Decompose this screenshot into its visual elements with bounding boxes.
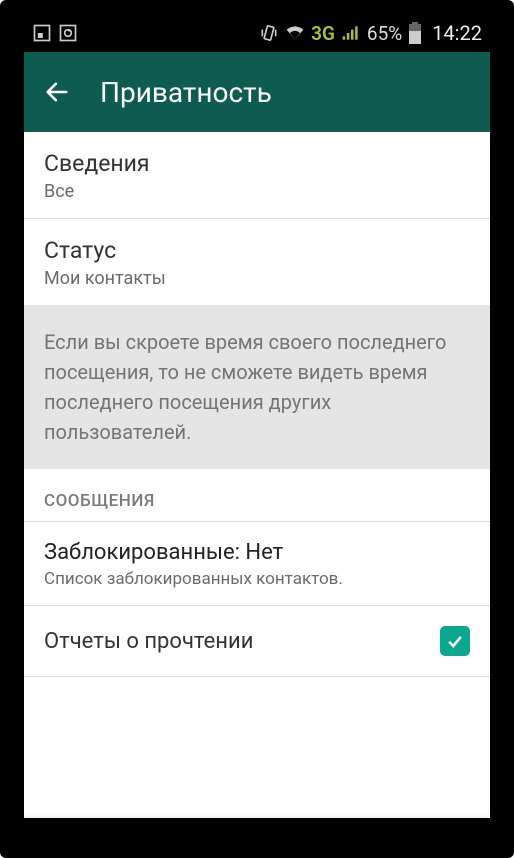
row-about-value: Все	[44, 181, 470, 202]
device-frame: 3G 65% 14:22	[0, 0, 514, 858]
signal-icon	[341, 23, 361, 43]
row-about-title: Сведения	[44, 150, 470, 177]
info-box: Если вы скроете время своего последнего …	[24, 305, 490, 469]
scroll-fade	[24, 812, 490, 818]
row-blocked-title: Заблокированные: Нет	[44, 540, 470, 565]
row-status-title: Статус	[44, 237, 470, 264]
divider	[24, 676, 490, 677]
clock: 14:22	[432, 21, 482, 45]
screen: 3G 65% 14:22	[24, 14, 490, 818]
row-blocked-subtitle: Список заблокированных контактов.	[44, 569, 470, 589]
network-label: 3G	[311, 22, 335, 45]
app-bar: Приватность	[24, 52, 490, 132]
checkmark-icon	[445, 631, 465, 651]
checkbox-read-receipts[interactable]	[440, 626, 470, 656]
row-about[interactable]: Сведения Все	[24, 132, 490, 218]
battery-percent: 65%	[367, 22, 402, 45]
section-header-messages: СООБЩЕНИЯ	[24, 469, 490, 521]
row-read-receipts-title: Отчеты о прочтении	[44, 629, 253, 654]
vibrate-icon	[259, 23, 279, 43]
content-area[interactable]: Сведения Все Статус Мои контакты Если вы…	[24, 132, 490, 818]
row-blocked[interactable]: Заблокированные: Нет Список заблокирован…	[24, 522, 490, 605]
row-status[interactable]: Статус Мои контакты	[24, 219, 490, 305]
status-bar: 3G 65% 14:22	[24, 14, 490, 52]
back-button[interactable]	[38, 73, 76, 111]
wifi-icon	[285, 23, 305, 43]
page-title: Приватность	[100, 76, 272, 109]
screenshot-icon	[32, 23, 52, 43]
row-status-value: Мои контакты	[44, 268, 470, 289]
sync-icon	[58, 23, 78, 43]
row-read-receipts[interactable]: Отчеты о прочтении	[24, 606, 490, 676]
battery-icon	[408, 22, 422, 44]
